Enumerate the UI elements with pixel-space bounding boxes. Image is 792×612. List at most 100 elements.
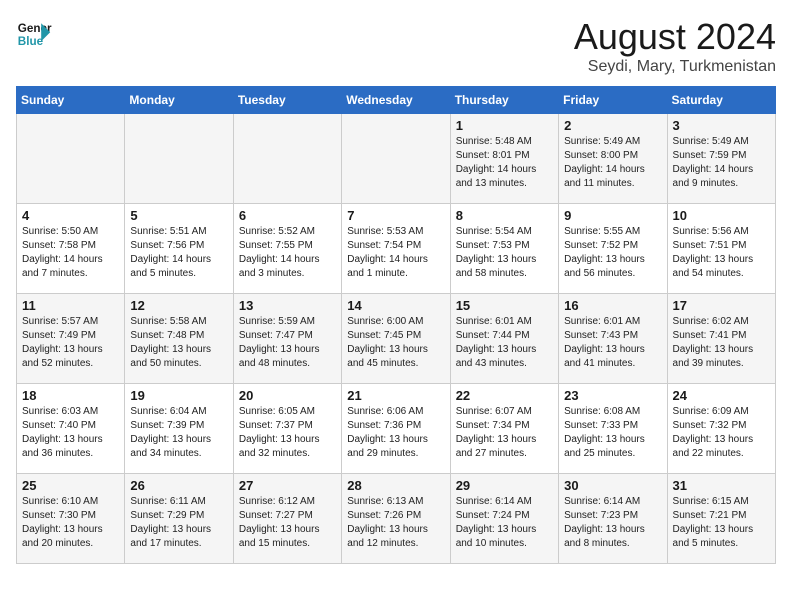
day-number: 9 xyxy=(564,208,661,223)
day-info: Sunrise: 5:55 AMSunset: 7:52 PMDaylight:… xyxy=(564,225,661,281)
day-number: 27 xyxy=(239,478,336,493)
calendar-cell: 17Sunrise: 6:02 AMSunset: 7:41 PMDayligh… xyxy=(667,294,775,384)
calendar-cell: 15 Sunrise: 6:01 AMSunset: 7:44 PMDayligh… xyxy=(450,294,558,384)
day-number: 5 xyxy=(130,208,227,223)
weekday-header-row: SundayMondayTuesdayWednesdayThursdayFrid… xyxy=(17,87,776,114)
calendar-cell: 8Sunrise: 5:54 AMSunset: 7:53 PMDaylight… xyxy=(450,204,558,294)
calendar-cell: 21Sunrise: 6:06 AMSunset: 7:36 PMDayligh… xyxy=(342,384,450,474)
calendar-cell xyxy=(125,114,233,204)
day-info: Sunrise: 6:08 AMSunset: 7:33 PMDaylight:… xyxy=(564,405,661,461)
day-number: 30 xyxy=(564,478,661,493)
day-number: 22 xyxy=(456,388,553,403)
calendar-cell xyxy=(17,114,125,204)
day-info: Sunrise: 5:59 AMSunset: 7:47 PMDaylight:… xyxy=(239,315,336,371)
calendar-cell: 12 Sunrise: 5:58 AMSunset: 7:48 PMDayligh… xyxy=(125,294,233,384)
day-info: Sunrise: 5:58 AMSunset: 7:48 PMDaylight:… xyxy=(130,315,227,371)
calendar-cell: 13 Sunrise: 5:59 AMSunset: 7:47 PMDayligh… xyxy=(233,294,341,384)
day-info: Sunrise: 6:09 AMSunset: 7:32 PMDaylight:… xyxy=(673,405,770,461)
calendar-cell: 30 Sunrise: 6:14 AMSunset: 7:23 PMDayligh… xyxy=(559,474,667,564)
day-number: 19 xyxy=(130,388,227,403)
calendar-cell xyxy=(233,114,341,204)
day-number: 2 xyxy=(564,118,661,133)
header: General Blue August 2024 Seydi, Mary, Tu… xyxy=(16,16,776,76)
day-info: Sunrise: 6:03 AMSunset: 7:40 PMDaylight:… xyxy=(22,405,119,461)
calendar-cell: 28 Sunrise: 6:13 AMSunset: 7:26 PMDayligh… xyxy=(342,474,450,564)
day-info: Sunrise: 6:11 AMSunset: 7:29 PMDaylight:… xyxy=(130,495,227,551)
calendar-cell: 9 Sunrise: 5:55 AMSunset: 7:52 PMDaylight… xyxy=(559,204,667,294)
calendar-cell: 25Sunrise: 6:10 AMSunset: 7:30 PMDayligh… xyxy=(17,474,125,564)
calendar-cell: 20Sunrise: 6:05 AMSunset: 7:37 PMDayligh… xyxy=(233,384,341,474)
day-info: Sunrise: 6:15 AMSunset: 7:21 PMDaylight:… xyxy=(673,495,770,551)
weekday-header-sunday: Sunday xyxy=(17,87,125,114)
day-info: Sunrise: 5:52 AMSunset: 7:55 PMDaylight:… xyxy=(239,225,336,281)
day-number: 18 xyxy=(22,388,119,403)
calendar-cell: 26 Sunrise: 6:11 AMSunset: 7:29 PMDayligh… xyxy=(125,474,233,564)
day-number: 6 xyxy=(239,208,336,223)
calendar-cell: 27 Sunrise: 6:12 AMSunset: 7:27 PMDayligh… xyxy=(233,474,341,564)
day-info: Sunrise: 6:13 AMSunset: 7:26 PMDaylight:… xyxy=(347,495,444,551)
day-info: Sunrise: 5:49 AMSunset: 8:00 PMDaylight:… xyxy=(564,135,661,191)
month-year-title: August 2024 xyxy=(574,16,776,58)
calendar-table: SundayMondayTuesdayWednesdayThursdayFrid… xyxy=(16,86,776,564)
day-number: 29 xyxy=(456,478,553,493)
calendar-cell: 10Sunrise: 5:56 AMSunset: 7:51 PMDayligh… xyxy=(667,204,775,294)
weekday-header-friday: Friday xyxy=(559,87,667,114)
calendar-cell: 16 Sunrise: 6:01 AMSunset: 7:43 PMDayligh… xyxy=(559,294,667,384)
day-info: Sunrise: 6:06 AMSunset: 7:36 PMDaylight:… xyxy=(347,405,444,461)
day-info: Sunrise: 5:53 AMSunset: 7:54 PMDaylight:… xyxy=(347,225,444,281)
day-number: 12 xyxy=(130,298,227,313)
day-info: Sunrise: 6:05 AMSunset: 7:37 PMDaylight:… xyxy=(239,405,336,461)
day-number: 7 xyxy=(347,208,444,223)
day-info: Sunrise: 5:49 AMSunset: 7:59 PMDaylight:… xyxy=(673,135,770,191)
weekday-header-tuesday: Tuesday xyxy=(233,87,341,114)
calendar-cell: 4Sunrise: 5:50 AMSunset: 7:58 PMDaylight… xyxy=(17,204,125,294)
day-info: Sunrise: 5:51 AMSunset: 7:56 PMDaylight:… xyxy=(130,225,227,281)
calendar-cell: 6 Sunrise: 5:52 AMSunset: 7:55 PMDaylight… xyxy=(233,204,341,294)
calendar-cell: 1 Sunrise: 5:48 AMSunset: 8:01 PMDaylight… xyxy=(450,114,558,204)
day-number: 13 xyxy=(239,298,336,313)
day-info: Sunrise: 6:04 AMSunset: 7:39 PMDaylight:… xyxy=(130,405,227,461)
calendar-cell: 19 Sunrise: 6:04 AMSunset: 7:39 PMDayligh… xyxy=(125,384,233,474)
day-number: 17 xyxy=(673,298,770,313)
calendar-cell: 23Sunrise: 6:08 AMSunset: 7:33 PMDayligh… xyxy=(559,384,667,474)
day-info: Sunrise: 6:12 AMSunset: 7:27 PMDaylight:… xyxy=(239,495,336,551)
weekday-header-thursday: Thursday xyxy=(450,87,558,114)
calendar-cell: 14 Sunrise: 6:00 AMSunset: 7:45 PMDayligh… xyxy=(342,294,450,384)
day-number: 3 xyxy=(673,118,770,133)
day-number: 11 xyxy=(22,298,119,313)
calendar-cell: 29 Sunrise: 6:14 AMSunset: 7:24 PMDayligh… xyxy=(450,474,558,564)
calendar-cell: 24 Sunrise: 6:09 AMSunset: 7:32 PMDayligh… xyxy=(667,384,775,474)
day-number: 15 xyxy=(456,298,553,313)
day-info: Sunrise: 6:14 AMSunset: 7:24 PMDaylight:… xyxy=(456,495,553,551)
day-info: Sunrise: 5:57 AMSunset: 7:49 PMDaylight:… xyxy=(22,315,119,371)
day-info: Sunrise: 6:10 AMSunset: 7:30 PMDaylight:… xyxy=(22,495,119,551)
calendar-week-row: 18 Sunrise: 6:03 AMSunset: 7:40 PMDayligh… xyxy=(17,384,776,474)
day-info: Sunrise: 6:01 AMSunset: 7:43 PMDaylight:… xyxy=(564,315,661,371)
calendar-cell: 2 Sunrise: 5:49 AMSunset: 8:00 PMDaylight… xyxy=(559,114,667,204)
calendar-cell: 3 Sunrise: 5:49 AMSunset: 7:59 PMDaylight… xyxy=(667,114,775,204)
day-number: 1 xyxy=(456,118,553,133)
day-number: 4 xyxy=(22,208,119,223)
day-number: 26 xyxy=(130,478,227,493)
title-area: August 2024 Seydi, Mary, Turkmenistan xyxy=(574,16,776,76)
svg-text:Blue: Blue xyxy=(18,35,44,48)
location-subtitle: Seydi, Mary, Turkmenistan xyxy=(574,58,776,76)
calendar-cell xyxy=(342,114,450,204)
calendar-week-row: 4Sunrise: 5:50 AMSunset: 7:58 PMDaylight… xyxy=(17,204,776,294)
day-number: 14 xyxy=(347,298,444,313)
calendar-cell: 31Sunrise: 6:15 AMSunset: 7:21 PMDayligh… xyxy=(667,474,775,564)
weekday-header-wednesday: Wednesday xyxy=(342,87,450,114)
day-info: Sunrise: 5:48 AMSunset: 8:01 PMDaylight:… xyxy=(456,135,553,191)
day-info: Sunrise: 5:56 AMSunset: 7:51 PMDaylight:… xyxy=(673,225,770,281)
day-number: 16 xyxy=(564,298,661,313)
day-info: Sunrise: 6:07 AMSunset: 7:34 PMDaylight:… xyxy=(456,405,553,461)
day-info: Sunrise: 6:14 AMSunset: 7:23 PMDaylight:… xyxy=(564,495,661,551)
day-info: Sunrise: 6:01 AMSunset: 7:44 PMDaylight:… xyxy=(456,315,553,371)
day-info: Sunrise: 6:00 AMSunset: 7:45 PMDaylight:… xyxy=(347,315,444,371)
day-number: 8 xyxy=(456,208,553,223)
calendar-cell: 5 Sunrise: 5:51 AMSunset: 7:56 PMDaylight… xyxy=(125,204,233,294)
calendar-cell: 18 Sunrise: 6:03 AMSunset: 7:40 PMDayligh… xyxy=(17,384,125,474)
calendar-cell: 11 Sunrise: 5:57 AMSunset: 7:49 PMDayligh… xyxy=(17,294,125,384)
day-number: 24 xyxy=(673,388,770,403)
day-number: 28 xyxy=(347,478,444,493)
